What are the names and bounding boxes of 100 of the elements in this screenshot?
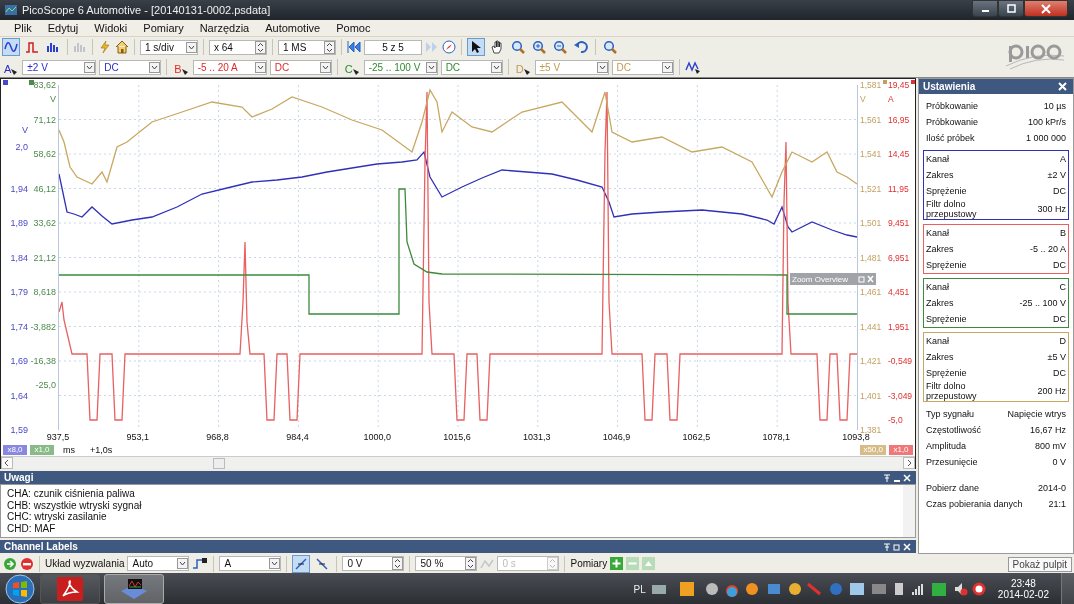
zoom-out-button[interactable] bbox=[551, 38, 569, 56]
menu-item[interactable]: Pomiary bbox=[135, 22, 192, 34]
channel-marker-icon[interactable] bbox=[29, 80, 34, 85]
menu-item[interactable]: Pomoc bbox=[328, 22, 379, 34]
zoom-fit-button[interactable] bbox=[601, 38, 619, 56]
axis-label: 16,95 bbox=[888, 114, 910, 125]
scope-mode-button[interactable] bbox=[2, 38, 20, 56]
axis-label: 1093,8 bbox=[841, 432, 870, 442]
channel-button[interactable]: A bbox=[2, 59, 20, 75]
rising-edge-button[interactable] bbox=[292, 554, 311, 573]
timebase-dropdown[interactable]: 1 s/div bbox=[140, 39, 198, 55]
menu-item[interactable]: Edytuj bbox=[39, 22, 87, 34]
coupling-dropdown[interactable]: DC bbox=[269, 59, 332, 75]
panel-title: Uwagi bbox=[4, 472, 34, 483]
wave-icon bbox=[4, 41, 18, 53]
menu-item[interactable]: Narzędzia bbox=[191, 22, 258, 34]
setting-label: Kanał bbox=[926, 228, 950, 238]
setting-label: Typ sygnału bbox=[926, 409, 975, 419]
notes-field[interactable]: CHA: czunik ciśnienia paliwa CHB: wszystkie wtryski sygnał CHC: wtryski zasilanie CHD: MAF bbox=[0, 484, 916, 538]
menu-item[interactable]: Automotive bbox=[257, 22, 329, 34]
channel-marker-icon[interactable] bbox=[911, 80, 915, 84]
first-buffer-icon[interactable] bbox=[347, 40, 361, 54]
volume-icon[interactable] bbox=[953, 582, 968, 596]
maximize-button[interactable] bbox=[998, 0, 1024, 17]
zoom-tool-button[interactable] bbox=[509, 38, 527, 56]
caret-icon bbox=[254, 61, 266, 73]
triangle-icon bbox=[523, 69, 530, 75]
setting-label: Częstotliwość bbox=[926, 425, 981, 435]
axis-label: 1,421 bbox=[860, 356, 882, 366]
setting-value: ±2 V bbox=[1047, 170, 1066, 180]
axis-label: 1,59 bbox=[10, 425, 28, 435]
pdf-app-button[interactable] bbox=[40, 574, 100, 604]
start-icon[interactable] bbox=[3, 556, 17, 571]
stop-icon[interactable] bbox=[20, 556, 34, 571]
setting-label: Pobierz dane bbox=[926, 483, 980, 493]
zoom-in-button[interactable] bbox=[530, 38, 548, 56]
axis-label: 1,541 bbox=[860, 149, 882, 159]
panel-controls-icon[interactable] bbox=[882, 541, 912, 552]
close-button[interactable] bbox=[1024, 0, 1068, 17]
vertical-scrollbar[interactable] bbox=[903, 485, 915, 537]
start-button[interactable] bbox=[4, 573, 36, 604]
channel-marker-icon[interactable] bbox=[3, 80, 8, 85]
setting-label: Czas pobierania danych bbox=[926, 499, 1023, 509]
tray-app-icon[interactable] bbox=[971, 582, 986, 596]
trigger-settings-icon[interactable] bbox=[192, 556, 209, 571]
edge-icon bbox=[295, 557, 308, 570]
menu-item[interactable]: Widoki bbox=[86, 22, 136, 34]
setting-value: 2014-0 bbox=[1037, 483, 1066, 493]
note-line: CHC: wtryski zasilanie bbox=[7, 511, 108, 523]
undo-zoom-button[interactable] bbox=[572, 38, 590, 56]
scroll-right-icon[interactable] bbox=[903, 457, 915, 469]
channel-marker-icon[interactable] bbox=[883, 80, 887, 84]
menu-item[interactable]: Plik bbox=[6, 22, 40, 34]
range-dropdown[interactable]: ±2 V bbox=[22, 59, 97, 75]
setting-value: 10 µs bbox=[1043, 101, 1066, 111]
setting-value: 100 kPr/s bbox=[1027, 117, 1066, 127]
axis-label: 1,441 bbox=[860, 321, 882, 332]
magnifier-icon bbox=[603, 40, 617, 54]
minimize-button[interactable] bbox=[972, 0, 998, 17]
clock-time[interactable]: 23:48 bbox=[1010, 578, 1036, 589]
pointer-tool-button[interactable] bbox=[467, 38, 485, 56]
compass-icon[interactable] bbox=[442, 40, 456, 54]
coupling-dropdown[interactable]: DC bbox=[99, 59, 162, 75]
range-dropdown[interactable]: -5 .. 20 A bbox=[192, 59, 267, 75]
math-channel-icon[interactable] bbox=[684, 60, 701, 74]
setting-label: Zakres bbox=[926, 170, 954, 180]
range-dropdown[interactable]: -25 .. 100 V bbox=[363, 59, 438, 75]
scroll-left-icon[interactable] bbox=[1, 457, 13, 469]
axis-label: 1,94 bbox=[10, 183, 28, 194]
setting-label: Filtr dolno przepustowy bbox=[926, 381, 978, 401]
zoom-spinner[interactable]: x 64 bbox=[209, 39, 267, 55]
close-icon[interactable] bbox=[1058, 82, 1067, 91]
buffer-field[interactable]: 5 z 5 bbox=[364, 39, 422, 55]
channel-button[interactable]: B bbox=[172, 59, 190, 75]
setting-value: B bbox=[1060, 228, 1066, 238]
setting-label: Amplituda bbox=[926, 441, 967, 451]
samples-spinner[interactable]: 1 MS bbox=[278, 39, 336, 55]
setting-value: C bbox=[1059, 282, 1066, 292]
channel-button[interactable]: C bbox=[342, 59, 361, 75]
trigger-source-dropdown[interactable]: A bbox=[219, 556, 282, 571]
panel-controls-icon[interactable] bbox=[882, 472, 912, 483]
trigger-mode-dropdown[interactable]: Auto bbox=[127, 556, 190, 571]
setting-label: Kanał bbox=[926, 154, 950, 164]
axis-label: 19,45 bbox=[888, 80, 910, 90]
horizontal-scrollbar[interactable] bbox=[1, 456, 915, 469]
setting-label: Zakres bbox=[926, 352, 954, 362]
coupling-dropdown[interactable]: DC bbox=[440, 59, 503, 75]
pretrigger-spinner[interactable]: 50 % bbox=[415, 556, 478, 571]
caret-icon bbox=[84, 61, 96, 73]
magnifier-icon bbox=[532, 40, 546, 54]
threshold-spinner[interactable]: 0 V bbox=[342, 556, 405, 571]
clock-date[interactable]: 2014-02-02 bbox=[997, 589, 1049, 600]
setting-value: DC bbox=[1053, 368, 1066, 378]
language-indicator[interactable]: PL bbox=[633, 583, 646, 595]
setting-label: Sprężenie bbox=[926, 260, 967, 270]
axis-label: 984,4 bbox=[285, 432, 310, 442]
axis-label: 1,69 bbox=[10, 356, 28, 366]
home-icon[interactable] bbox=[115, 40, 129, 54]
scope-app-button[interactable] bbox=[104, 574, 164, 604]
add-icon[interactable] bbox=[610, 557, 624, 570]
